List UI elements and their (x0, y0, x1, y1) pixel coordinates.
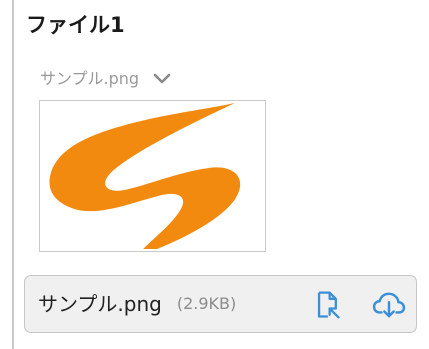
section-title: ファイル1 (26, 13, 125, 37)
image-preview-graphic (49, 102, 241, 250)
preview-filename: サンプル.png (40, 69, 140, 88)
open-file-button[interactable] (310, 288, 344, 322)
open-file-icon (317, 291, 340, 319)
chevron-down-icon[interactable] (153, 73, 171, 85)
attachment-filesize: (2.9KB) (176, 294, 237, 313)
cloud-download-icon (372, 292, 406, 318)
left-divider (12, 0, 14, 349)
download-button[interactable] (372, 288, 406, 322)
file-panel: ファイル1 サンプル.png サンプル.png (2.9KB) (0, 0, 429, 349)
file-attachment-card: サンプル.png (2.9KB) (24, 275, 417, 333)
preview-file-selector[interactable]: サンプル.png (40, 68, 171, 90)
attachment-actions (310, 288, 406, 322)
image-preview (39, 100, 266, 252)
attachment-filename: サンプル.png (38, 292, 162, 316)
